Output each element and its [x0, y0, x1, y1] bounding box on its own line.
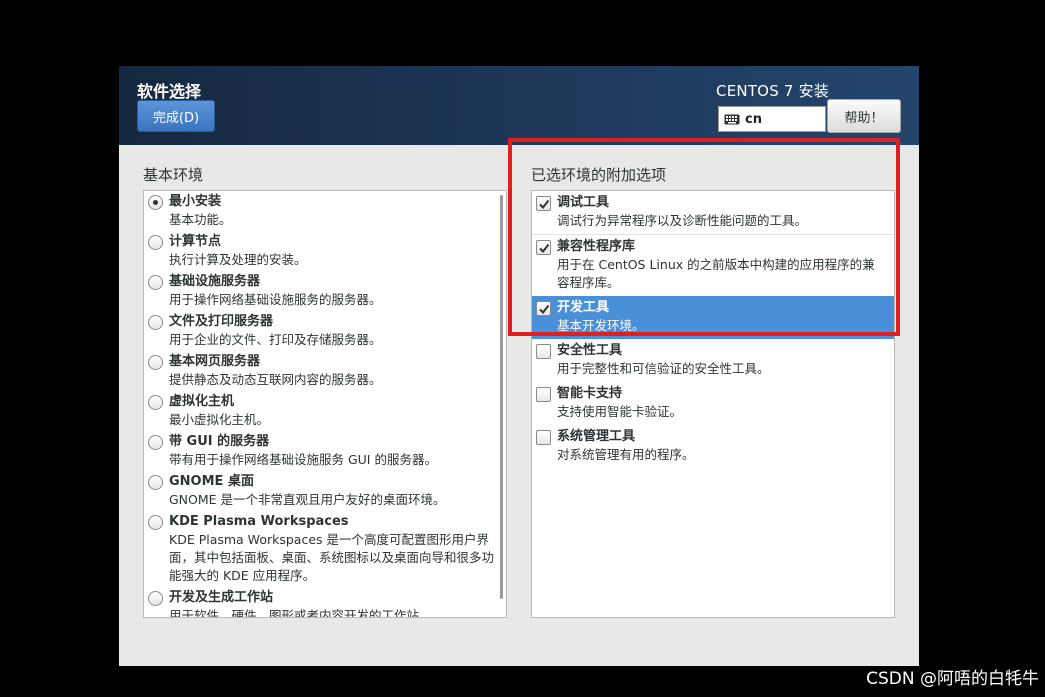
env-item-name: 带 GUI 的服务器: [169, 434, 270, 449]
env-item-name: 文件及打印服务器: [169, 314, 274, 329]
radio-icon[interactable]: [148, 475, 163, 490]
keyboard-layout-indicator[interactable]: cn: [718, 106, 826, 132]
radio-icon[interactable]: [148, 275, 163, 290]
env-item-kde-plasma[interactable]: KDE Plasma Workspaces KDE Plasma Workspa…: [144, 511, 506, 587]
env-item-infrastructure-server[interactable]: 基础设施服务器 用于操作网络基础设施服务的服务器。: [144, 271, 506, 311]
checkbox-checked-icon[interactable]: [536, 301, 551, 316]
env-item-desc: 用于操作网络基础设施服务的服务器。: [169, 292, 382, 307]
env-item-server-gui[interactable]: 带 GUI 的服务器 带有用于操作网络基础设施服务 GUI 的服务器。: [144, 431, 506, 471]
addon-list: 调试工具 调试行为异常程序以及诊断性能问题的工具。 兼容性程序库 用于在 Cen…: [531, 190, 895, 618]
env-item-gnome-desktop[interactable]: GNOME 桌面 GNOME 是一个非常直观且用户友好的桌面环境。: [144, 471, 506, 511]
addon-item-smart-card[interactable]: 智能卡支持 支持使用智能卡验证。: [532, 382, 894, 425]
radio-icon[interactable]: [148, 355, 163, 370]
env-item-compute-node[interactable]: 计算节点 执行计算及处理的安装。: [144, 231, 506, 271]
env-item-file-print-server[interactable]: 文件及打印服务器 用于企业的文件、打印及存储服务器。: [144, 311, 506, 351]
radio-icon[interactable]: [148, 315, 163, 330]
addon-item-name: 调试工具: [557, 195, 610, 210]
env-item-web-server[interactable]: 基本网页服务器 提供静态及动态互联网内容的服务器。: [144, 351, 506, 391]
env-item-minimal[interactable]: 最小安装 基本功能。: [144, 191, 506, 231]
addon-item-system-admin-tools[interactable]: 系统管理工具 对系统管理有用的程序。: [532, 425, 894, 468]
checkbox-icon[interactable]: [536, 430, 551, 445]
env-item-name: 虚拟化主机: [169, 394, 235, 409]
product-title: CENTOS 7 安装: [716, 82, 829, 100]
addon-item-desc: 用于在 CentOS Linux 的之前版本中构建的应用程序的兼容程序库。: [557, 257, 875, 290]
env-item-desc: 执行计算及处理的安装。: [169, 252, 307, 267]
keyboard-icon: [724, 114, 740, 125]
addon-item-name: 安全性工具: [557, 343, 623, 358]
installer-window: 软件选择 完成(D) CENTOS 7 安装 cn 帮助！ 基本环境 已选环境的…: [119, 66, 919, 666]
env-item-desc: 提供静态及动态互联网内容的服务器。: [169, 372, 382, 387]
addon-item-name: 智能卡支持: [557, 386, 623, 401]
checkbox-icon[interactable]: [536, 344, 551, 359]
env-item-virtualization-host[interactable]: 虚拟化主机 最小虚拟化主机。: [144, 391, 506, 431]
env-item-name: 最小安装: [169, 194, 222, 209]
radio-icon[interactable]: [148, 591, 163, 606]
checkbox-icon[interactable]: [536, 387, 551, 402]
addon-item-desc: 支持使用智能卡验证。: [557, 404, 683, 419]
env-item-name: 基本网页服务器: [169, 354, 261, 369]
base-environment-list: 最小安装 基本功能。 计算节点 执行计算及处理的安装。 基础设施服务器 用于操作…: [143, 190, 507, 618]
radio-icon[interactable]: [148, 435, 163, 450]
radio-icon[interactable]: [148, 395, 163, 410]
addon-item-desc: 对系统管理有用的程序。: [557, 447, 695, 462]
env-item-name: KDE Plasma Workspaces: [169, 514, 349, 529]
env-item-desc: 基本功能。: [169, 212, 232, 227]
addon-item-name: 系统管理工具: [557, 429, 636, 444]
radio-icon[interactable]: [148, 515, 163, 530]
env-item-desc: 用于软件、硬件、图形或者内容开发的工作站。: [169, 608, 432, 618]
checkbox-checked-icon[interactable]: [536, 240, 551, 255]
addon-item-development-tools[interactable]: 开发工具 基本开发环境。: [532, 296, 894, 339]
radio-selected-icon[interactable]: [148, 195, 163, 210]
addon-item-desc: 基本开发环境。: [557, 318, 645, 333]
env-list-scrollbar[interactable]: [500, 195, 503, 599]
env-item-dev-workstation[interactable]: 开发及生成工作站 用于软件、硬件、图形或者内容开发的工作站。: [144, 587, 506, 618]
env-item-name: 开发及生成工作站: [169, 590, 274, 605]
page-title: 软件选择: [137, 82, 202, 101]
watermark: CSDN @阿唔的白牦牛: [866, 669, 1039, 689]
env-item-desc: 带有用于操作网络基础设施服务 GUI 的服务器。: [169, 452, 437, 467]
env-item-name: GNOME 桌面: [169, 474, 254, 489]
env-item-desc: 最小虚拟化主机。: [169, 412, 270, 427]
env-item-name: 计算节点: [169, 234, 222, 249]
addon-item-name: 开发工具: [557, 300, 610, 315]
base-environment-label: 基本环境: [143, 166, 204, 184]
keyboard-layout-label: cn: [745, 111, 762, 127]
addons-label: 已选环境的附加选项: [531, 166, 667, 184]
checkbox-checked-icon[interactable]: [536, 196, 551, 211]
header-bar: 软件选择 完成(D) CENTOS 7 安装 cn 帮助！: [119, 66, 919, 145]
addon-item-security-tools[interactable]: 安全性工具 用于完整性和可信验证的安全性工具。: [532, 339, 894, 382]
radio-icon[interactable]: [148, 235, 163, 250]
env-item-desc: 用于企业的文件、打印及存储服务器。: [169, 332, 382, 347]
addon-item-desc: 调试行为异常程序以及诊断性能问题的工具。: [557, 213, 808, 228]
help-button[interactable]: 帮助！: [827, 99, 901, 133]
env-item-name: 基础设施服务器: [169, 274, 261, 289]
addon-item-desc: 用于完整性和可信验证的安全性工具。: [557, 361, 770, 376]
addon-item-name: 兼容性程序库: [557, 239, 636, 254]
addon-item-debugging-tools[interactable]: 调试工具 调试行为异常程序以及诊断性能问题的工具。: [532, 191, 894, 235]
env-item-desc: GNOME 是一个非常直观且用户友好的桌面环境。: [169, 492, 446, 507]
env-item-desc: KDE Plasma Workspaces 是一个高度可配置图形用户界面，其中包…: [169, 532, 495, 583]
addon-item-compat-libraries[interactable]: 兼容性程序库 用于在 CentOS Linux 的之前版本中构建的应用程序的兼容…: [532, 235, 894, 296]
done-button[interactable]: 完成(D): [137, 100, 215, 132]
